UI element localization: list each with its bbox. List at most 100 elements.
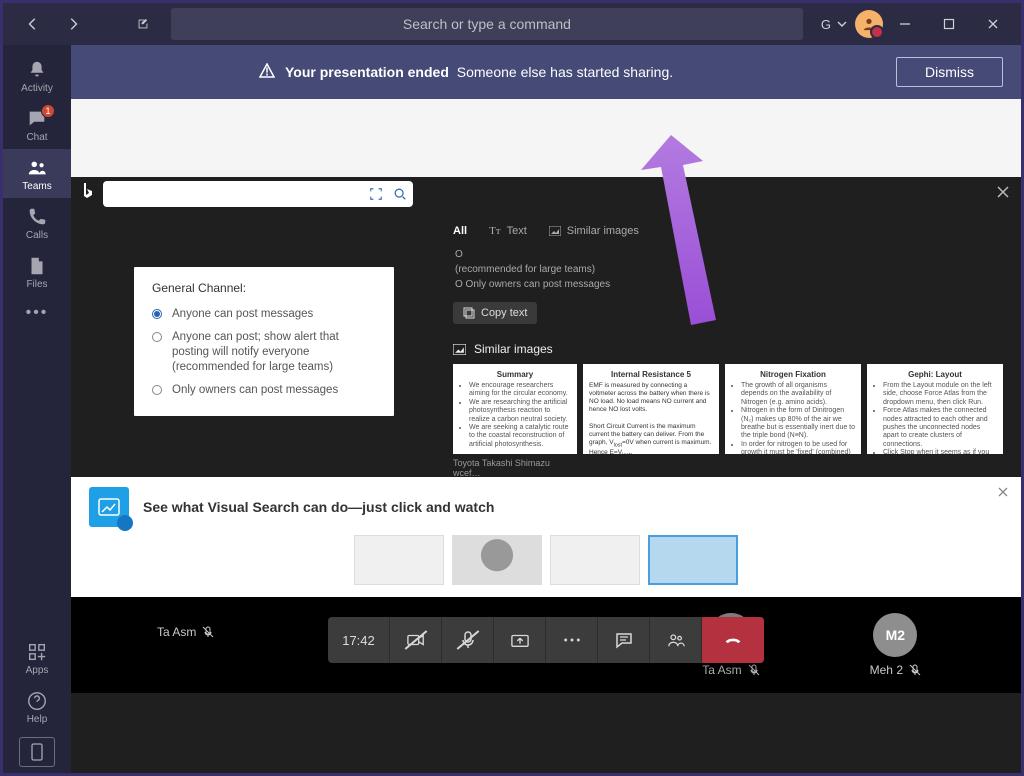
- rail-teams[interactable]: Teams: [3, 149, 71, 198]
- promo-thumb[interactable]: [452, 535, 542, 585]
- rail-files[interactable]: Files: [3, 247, 71, 296]
- sim-card[interactable]: Internal Resistance 5 EMF is measured by…: [583, 364, 719, 454]
- promo-thumb[interactable]: [354, 535, 444, 585]
- promo-thumbs: [89, 535, 1003, 585]
- promo-thumb-active[interactable]: [648, 535, 738, 585]
- apps-icon: [26, 641, 48, 663]
- rail-label: Activity: [21, 83, 53, 94]
- more-actions-button[interactable]: [546, 617, 598, 663]
- bing-logo-icon: [81, 182, 95, 207]
- rail-label: Help: [27, 714, 48, 725]
- rail-device[interactable]: [3, 731, 71, 773]
- tab-label: Similar images: [567, 225, 639, 237]
- tab-all[interactable]: All: [453, 225, 467, 237]
- rail-chat[interactable]: 1 Chat: [3, 100, 71, 149]
- notification-banner: Your presentation ended Someone else has…: [71, 45, 1021, 99]
- sim-card[interactable]: Nitrogen Fixation The growth of all orga…: [725, 364, 861, 454]
- copy-label: Copy text: [481, 307, 527, 319]
- radio-icon: [152, 385, 162, 395]
- meeting-call-bar: 17:42: [328, 617, 764, 663]
- new-note-button[interactable]: [125, 10, 161, 38]
- rail-label: Teams: [22, 181, 51, 192]
- visual-search-input[interactable]: [103, 181, 413, 207]
- sim-card[interactable]: Summary We encourage researchers aiming …: [453, 364, 577, 454]
- general-channel-card: General Channel: Anyone can post message…: [134, 267, 394, 416]
- participant-tile[interactable]: M2 Meh 2: [870, 613, 921, 677]
- rail-more[interactable]: •••: [3, 296, 71, 328]
- command-search-input[interactable]: [171, 8, 803, 40]
- close-button[interactable]: [971, 10, 1015, 38]
- banner-rest: Someone else has started sharing.: [457, 64, 673, 80]
- rail-activity[interactable]: Activity: [3, 51, 71, 100]
- visual-search-results: All TтText Similar images O (recommended…: [453, 221, 1003, 477]
- visual-search-panel: General Channel: Anyone can post message…: [71, 177, 1021, 477]
- minimize-button[interactable]: [883, 10, 927, 38]
- more-icon: •••: [26, 304, 49, 322]
- tab-text[interactable]: TтText: [489, 225, 527, 237]
- participant-label: Ta Asm: [702, 663, 741, 677]
- show-participants-button[interactable]: [650, 617, 702, 663]
- copy-text-button[interactable]: Copy text: [453, 302, 537, 324]
- people-icon: [667, 631, 685, 649]
- mobile-icon: [30, 743, 44, 761]
- image-icon: [453, 344, 466, 355]
- mic-muted-icon: [748, 664, 760, 676]
- chat-bubble-icon: [615, 631, 633, 649]
- bell-icon: [26, 59, 48, 81]
- crop-icon: [369, 187, 383, 201]
- option-text: Anyone can post messages: [172, 307, 313, 322]
- show-chat-button[interactable]: [598, 617, 650, 663]
- search-icon: [393, 187, 407, 201]
- vs-tabs: All TтText Similar images: [453, 221, 1003, 247]
- dismiss-button[interactable]: Dismiss: [896, 57, 1003, 87]
- radio-icon: [152, 332, 162, 342]
- radio-selected-icon: [152, 309, 162, 319]
- visual-search-close[interactable]: [995, 184, 1011, 205]
- source-image-area: General Channel: Anyone can post message…: [89, 221, 439, 477]
- forward-button[interactable]: [55, 10, 91, 38]
- tab-label: Text: [507, 225, 527, 237]
- promo-title: See what Visual Search can do—just click…: [143, 499, 494, 515]
- rail-help[interactable]: Help: [3, 682, 71, 731]
- extracted-text: O (recommended for large teams) O Only o…: [453, 247, 1003, 292]
- file-icon: [26, 255, 48, 277]
- toggle-mic-button[interactable]: [442, 617, 494, 663]
- card-title: General Channel:: [152, 281, 376, 295]
- promo-close[interactable]: [997, 485, 1009, 503]
- visual-search-top: [71, 177, 1021, 211]
- promo-thumb[interactable]: [550, 535, 640, 585]
- rail-label: Files: [26, 279, 47, 290]
- mic-muted-icon: [909, 664, 921, 676]
- chevron-left-icon: [26, 17, 40, 31]
- app-body: Activity 1 Chat Teams Calls Files •••: [3, 45, 1021, 773]
- share-screen-button[interactable]: [494, 617, 546, 663]
- presenter-name: Ta Asm: [157, 625, 214, 639]
- app-rail: Activity 1 Chat Teams Calls Files •••: [3, 45, 71, 773]
- visual-search-icon: [89, 487, 129, 527]
- sim-card[interactable]: Gephi: Layout From the Layout module on …: [867, 364, 1003, 454]
- hang-up-button[interactable]: [702, 617, 764, 663]
- tab-similar[interactable]: Similar images: [549, 225, 639, 237]
- toggle-camera-button[interactable]: [390, 617, 442, 663]
- sim-caption: Toyota Takashi Shimazu wcef…: [453, 458, 577, 477]
- rail-calls[interactable]: Calls: [3, 198, 71, 247]
- account-menu[interactable]: G: [813, 17, 855, 32]
- copy-icon: [463, 307, 475, 319]
- main-area: Your presentation ended Someone else has…: [71, 45, 1021, 773]
- image-icon: [549, 226, 561, 236]
- option-text: Anyone can post; show alert that posting…: [172, 330, 376, 375]
- teams-icon: [26, 157, 48, 179]
- phone-icon: [26, 206, 48, 228]
- back-button[interactable]: [15, 10, 51, 38]
- history-nav: [9, 10, 97, 38]
- chat-badge: 1: [41, 104, 55, 118]
- maximize-icon: [943, 18, 955, 30]
- maximize-button[interactable]: [927, 10, 971, 38]
- rail-apps[interactable]: Apps: [3, 633, 71, 682]
- command-search-wrap: [161, 8, 813, 40]
- title-bar: G: [3, 3, 1021, 45]
- chevron-down-icon: [837, 17, 847, 32]
- user-avatar[interactable]: [855, 10, 883, 38]
- compose-icon: [136, 17, 150, 31]
- minimize-icon: [899, 18, 911, 30]
